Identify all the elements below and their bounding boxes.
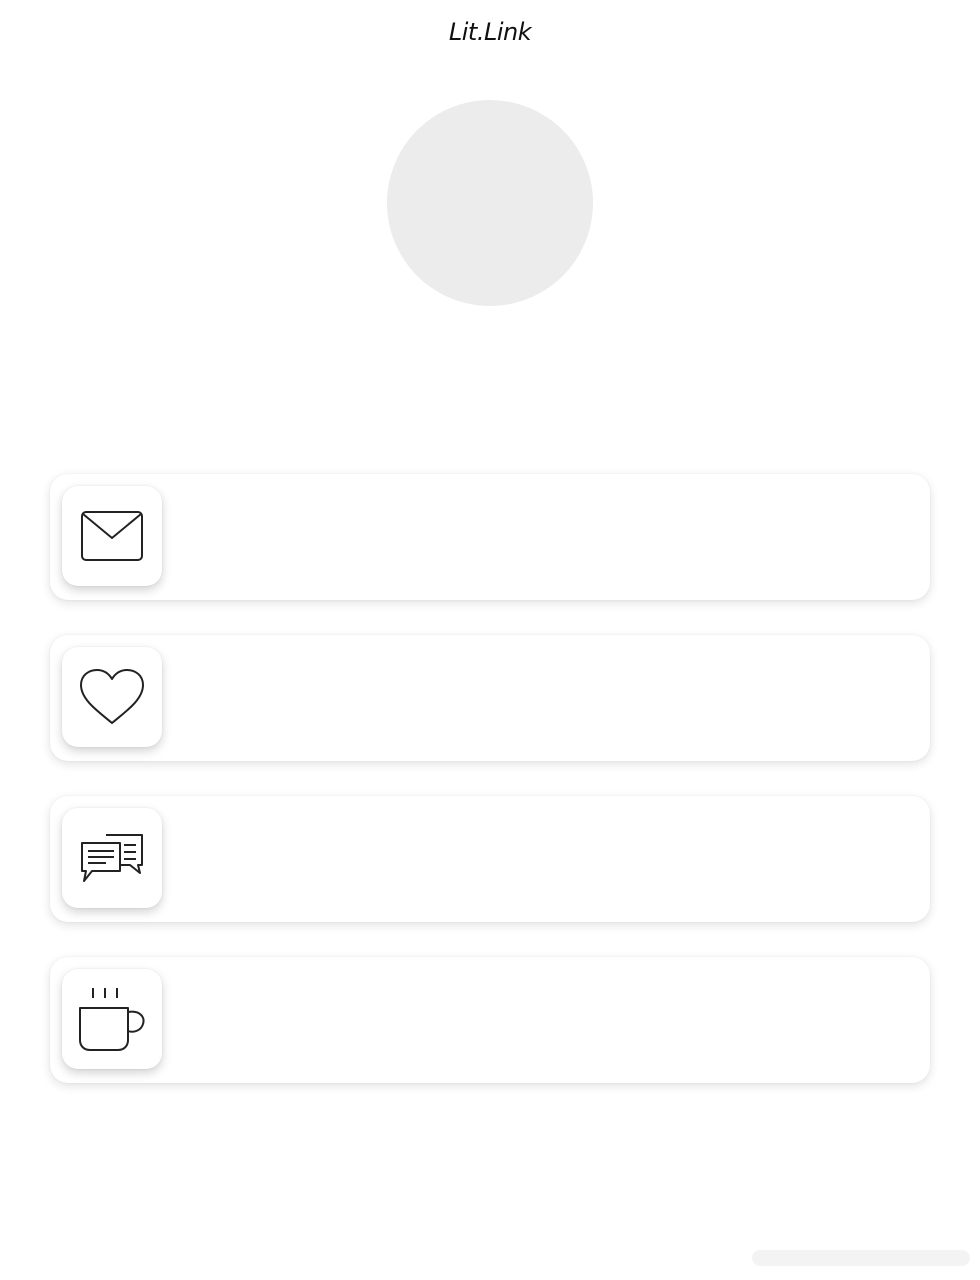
link-icon-box bbox=[62, 808, 162, 908]
link-card-coffee[interactable] bbox=[50, 957, 930, 1083]
heart-icon bbox=[79, 668, 145, 726]
header: Lit.Link bbox=[0, 0, 980, 64]
link-card-mail[interactable] bbox=[50, 474, 930, 600]
link-icon-box bbox=[62, 969, 162, 1069]
link-icon-box bbox=[62, 486, 162, 586]
profile-avatar bbox=[387, 100, 593, 306]
chat-icon bbox=[80, 833, 144, 883]
link-icon-box bbox=[62, 647, 162, 747]
coffee-cup-icon bbox=[77, 986, 147, 1052]
mail-icon bbox=[80, 510, 144, 562]
watermark-bar bbox=[752, 1250, 970, 1266]
link-card-chat[interactable] bbox=[50, 796, 930, 922]
site-logo[interactable]: Lit.Link bbox=[449, 18, 532, 46]
link-list bbox=[50, 474, 930, 1118]
link-card-heart[interactable] bbox=[50, 635, 930, 761]
